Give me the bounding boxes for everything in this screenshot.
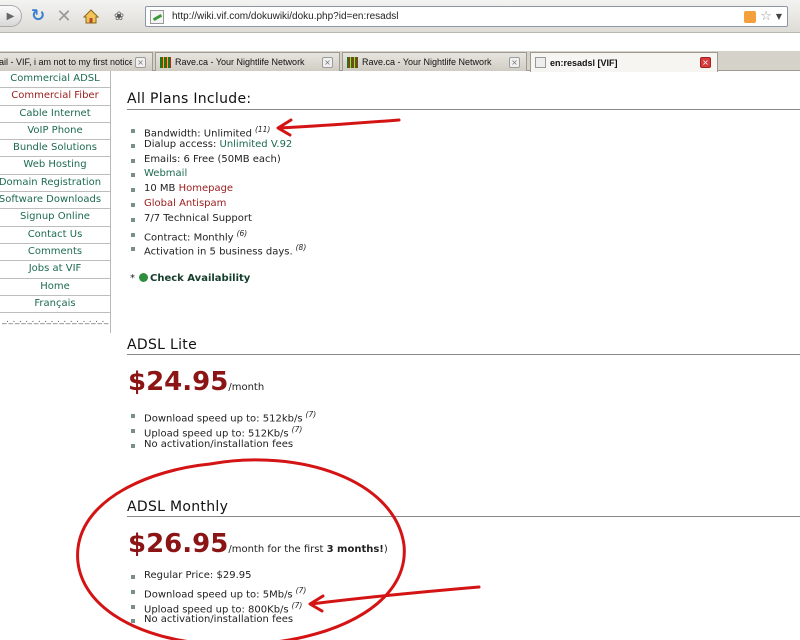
list-item: 10 MB Homepage [131,182,306,197]
sidebar-item-software-downloads[interactable]: Software Downloads [0,192,110,210]
list-item: Emails: 6 Free (50MB each) [131,153,306,168]
list-item: Webmail [131,167,306,182]
reload-icon[interactable]: ↻ [28,5,48,27]
price-adsl-monthly: $26.95/month for the first 3 months!) [128,529,388,559]
list-item: Download speed up to: 5Mb/s (7) [131,584,306,600]
tab-label: Rave.ca - Your Nightlife Network [175,57,305,67]
chevron-down-icon[interactable]: ▼ [776,12,782,21]
tab-close-icon[interactable]: × [135,56,146,68]
check-availability-icon[interactable] [139,273,148,282]
tab-close-icon[interactable]: × [509,56,520,68]
tab-rave-2[interactable]: Rave.ca - Your Nightlife Network × [342,52,527,71]
plan-features-list: Bandwidth: Unlimited (11) Dialup access: … [131,123,306,258]
divider [127,516,800,517]
sidebar-item-cable-internet[interactable]: Cable Internet [0,106,110,123]
sidebar-nav: Commercial ADSL Commercial Fiber Cable I… [0,71,111,333]
section-title-adsl-lite: ADSL Lite [127,337,197,353]
stop-icon[interactable]: ✕ [54,5,74,27]
adsl-monthly-features: Regular Price: $29.95 Download speed up … [131,569,306,628]
divider [127,109,800,110]
list-item: Bandwidth: Unlimited (11) [131,123,306,139]
list-item: No activation/installation fees [131,613,306,628]
antispam-link[interactable]: Global Antispam [144,198,226,209]
tab-bar: ail - VIF, i am not to my first notice o… [0,51,800,72]
rss-feed-icon[interactable] [744,10,757,23]
divider [127,354,800,355]
list-item: 7/7 Technical Support [131,212,306,227]
tab-label: ail - VIF, i am not to my first notice o… [0,57,132,67]
bookmark-star-icon[interactable]: ☆ [760,9,772,24]
tab-label: Rave.ca - Your Nightlife Network [362,57,492,67]
vif-favicon-icon [535,57,546,68]
check-availability: * Check Availability [130,273,251,284]
check-availability-link[interactable]: Check Availability [150,273,250,284]
tab-resadsl[interactable]: en:resadsl [VIF] × [530,52,718,72]
list-item: Dialup access: Unlimited V.92 [131,138,306,153]
sidebar-item-signup-online[interactable]: Signup Online [0,209,110,227]
sidebar-item-jobs[interactable]: Jobs at VIF [0,261,110,279]
rave-favicon-icon [347,56,358,68]
sidebar-item-home[interactable]: Home [0,279,110,296]
section-title-adsl-monthly: ADSL Monthly [127,499,229,515]
site-favicon-icon [150,9,164,24]
list-item: Contract: Monthly (6) [131,227,306,243]
tab-vif-email[interactable]: ail - VIF, i am not to my first notice o… [0,52,153,71]
tab-label: en:resadsl [VIF] [550,57,618,68]
tab-rave-1[interactable]: Rave.ca - Your Nightlife Network × [155,52,340,71]
addon-icon[interactable]: ❀ [108,5,130,27]
home-icon[interactable] [80,5,102,27]
sidebar-item-commercial-adsl[interactable]: Commercial ADSL [0,71,110,89]
list-item: Upload speed up to: 512Kb/s (7) [131,423,316,439]
sidebar-item-web-hosting[interactable]: Web Hosting [0,157,110,175]
price-adsl-lite: $24.95/month [128,367,265,397]
address-bar[interactable]: http://wiki.vif.com/dokuwiki/doku.php?id… [145,6,788,27]
back-button[interactable]: ▶ [0,5,22,27]
browser-toolbar: ▶ ↻ ✕ ❀ http://wiki.vif.com/dokuwiki/dok… [0,0,800,33]
sidebar-item-comments[interactable]: Comments [0,244,110,262]
sidebar-item-voip-phone[interactable]: VoIP Phone [0,123,110,141]
dialup-link[interactable]: Unlimited V.92 [220,139,293,150]
sidebar-item-bundle-solutions[interactable]: Bundle Solutions [0,140,110,158]
sidebar-item-commercial-fiber[interactable]: Commercial Fiber [0,88,110,106]
list-item: Upload speed up to: 800Kb/s (7) [131,599,306,615]
webmail-link[interactable]: Webmail [144,168,187,179]
homepage-link[interactable]: Homepage [179,183,234,194]
adsl-lite-features: Download speed up to: 512kb/s (7) Upload … [131,408,316,452]
sidebar-item-contact-us[interactable]: Contact Us [0,227,110,244]
tab-close-icon[interactable]: × [700,57,711,68]
list-item: Download speed up to: 512kb/s (7) [131,408,316,424]
tab-close-icon[interactable]: × [322,56,333,68]
main-content: All Plans Include: Bandwidth: Unlimited(… [127,71,800,640]
section-title-all-plans: All Plans Include: [127,91,252,107]
rave-favicon-icon [160,56,171,68]
sidebar-item-domain-registration[interactable]: Domain Registration [0,175,110,193]
sidebar-divider: _._._._._._._._._._._._._._._._._ [2,315,108,326]
url-text[interactable]: http://wiki.vif.com/dokuwiki/doku.php?id… [172,11,744,22]
list-item: Activation in 5 business days. (8) [131,241,306,258]
list-item: Global Antispam [131,197,306,212]
list-item: Regular Price: $29.95 [131,569,306,584]
list-item: No activation/installation fees [131,438,316,453]
sidebar-item-francais[interactable]: Français [0,296,110,314]
